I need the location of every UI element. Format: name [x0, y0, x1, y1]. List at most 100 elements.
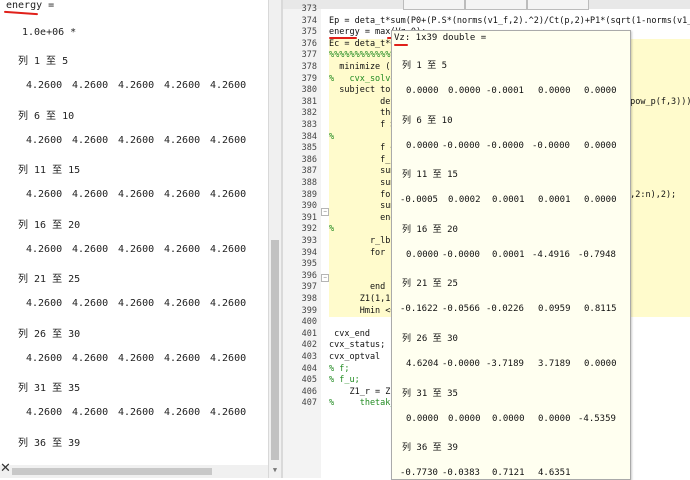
value-cell: 4.2600 — [164, 80, 201, 91]
energy-var-label: energy = — [6, 0, 55, 11]
energy-red-underline — [3, 10, 39, 16]
value-cell: 4.2600 — [164, 134, 201, 146]
tooltip-column-range-header: 列 11 至 15 — [402, 170, 458, 181]
tooltip-value-cell: -0.0226 — [486, 304, 524, 315]
tooltip-value-cell: 0.0959 — [538, 304, 571, 315]
tooltip-column-range-header: 列 16 至 20 — [402, 224, 458, 235]
code-line[interactable]: sum — [329, 201, 395, 211]
line-number: 392 — [301, 224, 317, 235]
code-line[interactable]: % f; — [329, 364, 349, 374]
line-number: 405 — [301, 375, 317, 386]
fold-column: − − — [321, 9, 329, 478]
horizontal-scroll-thumb[interactable] — [12, 468, 212, 475]
code-line[interactable]: the — [329, 108, 395, 118]
value-cell: 4.2600 — [26, 134, 63, 146]
code-line[interactable]: end — [329, 213, 395, 223]
code-line[interactable]: sum — [329, 166, 395, 176]
line-number: 403 — [301, 352, 317, 362]
tooltip-value-cell: -0.0005 — [400, 195, 438, 206]
horizontal-scrollbar[interactable] — [0, 465, 268, 478]
close-icon[interactable]: ✕ — [0, 461, 11, 476]
line-number: 374 — [301, 15, 317, 26]
line-number: 395 — [301, 259, 317, 270]
code-line[interactable]: %%%%%%%%%%%%%% — [329, 50, 401, 60]
editor-tab-strip[interactable] — [283, 0, 690, 10]
code-line[interactable]: r_lb — [329, 236, 390, 246]
scroll-down-icon[interactable]: ▼ — [271, 464, 279, 476]
line-number: 388 — [301, 178, 317, 188]
tooltip-value-cell: -0.7730 — [400, 468, 438, 479]
tooltip-value-cell: -3.7189 — [486, 359, 524, 369]
fold-icon[interactable]: − — [321, 274, 329, 282]
code-line[interactable]: minimize ( m — [329, 62, 400, 72]
value-cell: 4.2600 — [26, 407, 63, 418]
tooltip-value-cell: 0.0000 — [584, 195, 617, 206]
code-line[interactable]: for i — [329, 248, 396, 258]
code-line[interactable]: cvx_status; — [329, 340, 385, 350]
code-line[interactable]: end — [329, 282, 385, 292]
tooltip-value-cell: 0.0002 — [448, 195, 481, 206]
value-cell: 4.2600 — [118, 407, 155, 418]
code-line[interactable]: Ep = deta_t*sum(P0+(P.S*(norms(v1_f,2).^… — [329, 16, 690, 26]
line-number: 386 — [301, 154, 317, 165]
variable-tooltip: Vz: 1x39 double = 列 1 至 5 0.0000 0.0000 -0.… — [391, 30, 631, 480]
code-line[interactable]: Z1_r = Z1; — [329, 387, 400, 397]
value-cell: 4.2600 — [210, 298, 247, 309]
value-cell: 4.2600 — [72, 134, 109, 146]
tooltip-value-cell: 0.0000 — [406, 413, 439, 424]
code-line[interactable]: for — [329, 190, 395, 200]
value-cell: 4.2600 — [164, 352, 201, 364]
code-line[interactable]: Ec = deta_t*G* — [329, 39, 401, 49]
scale-factor: 1.0e+06 * — [22, 27, 77, 38]
line-number: 401 — [301, 328, 317, 339]
value-cell: 4.2600 — [26, 80, 63, 91]
tooltip-value-cell: -0.0000 — [442, 249, 480, 260]
vertical-scrollbar[interactable]: ▼ — [268, 0, 281, 478]
value-cell: 4.2600 — [118, 298, 155, 309]
value-cell: 4.2600 — [210, 189, 247, 200]
tooltip-value-cell: 0.0000 — [406, 249, 439, 260]
column-range-header: 列 36 至 39 — [18, 437, 81, 449]
code-line[interactable]: f_u — [329, 155, 395, 165]
value-cell: 4.2600 — [72, 407, 109, 418]
code-line[interactable]: Z1(1,1) — [329, 294, 396, 304]
column-range-header: 列 6 至 10 — [18, 110, 75, 122]
fold-icon[interactable]: − — [321, 208, 329, 216]
code-line[interactable]: Hmin <= — [329, 306, 396, 316]
tooltip-value-cell: -0.7948 — [578, 249, 616, 260]
code-line[interactable]: sum — [329, 178, 395, 188]
code-line[interactable]: deta — [329, 97, 400, 107]
value-cell: 4.2600 — [72, 189, 109, 200]
line-number: 400 — [301, 317, 317, 328]
tooltip-column-range-header: 列 1 至 5 — [402, 61, 448, 71]
value-cell: 4.2600 — [72, 298, 109, 309]
line-number: 390 — [301, 201, 317, 212]
code-line[interactable]: % cvx_solver — [329, 74, 401, 84]
line-number: 383 — [301, 120, 317, 130]
tooltip-value-cell: 0.0000 — [584, 86, 617, 96]
code-line[interactable]: Z1 — [329, 259, 400, 269]
tooltip-value-cell: 3.7189 — [538, 359, 571, 369]
code-line[interactable]: cvx_optval — [329, 352, 380, 362]
command-window[interactable]: energy = 1.0e+06 * 列 1 至 5 4.2600 4.2600 4.… — [0, 0, 268, 478]
code-line[interactable]: % f — [329, 132, 396, 142]
line-number: 375 — [301, 27, 317, 38]
line-number: 380 — [301, 85, 317, 96]
code-line[interactable]: % thetak_r — [329, 398, 401, 408]
code-line[interactable]: subject to — [329, 85, 390, 95]
code-line[interactable]: % r — [329, 224, 396, 234]
vertical-scroll-thumb[interactable] — [271, 240, 279, 460]
code-line[interactable]: f > — [329, 120, 395, 130]
code-line[interactable]: % f_u; — [329, 375, 360, 385]
value-cell: 4.2600 — [164, 189, 201, 200]
column-range-header: 列 26 至 30 — [18, 328, 81, 340]
value-cell: 4.2600 — [118, 352, 155, 364]
vz-red-underline — [394, 44, 408, 46]
code-line[interactable]: cvx_end — [329, 329, 370, 339]
code-line[interactable]: ab — [329, 271, 400, 281]
code-line[interactable]: f < — [329, 143, 395, 153]
line-number: 394 — [301, 247, 317, 258]
line-number: 379 — [301, 73, 317, 84]
tooltip-column-range-header: 列 6 至 10 — [402, 115, 453, 126]
value-cell: 4.2600 — [72, 80, 109, 91]
